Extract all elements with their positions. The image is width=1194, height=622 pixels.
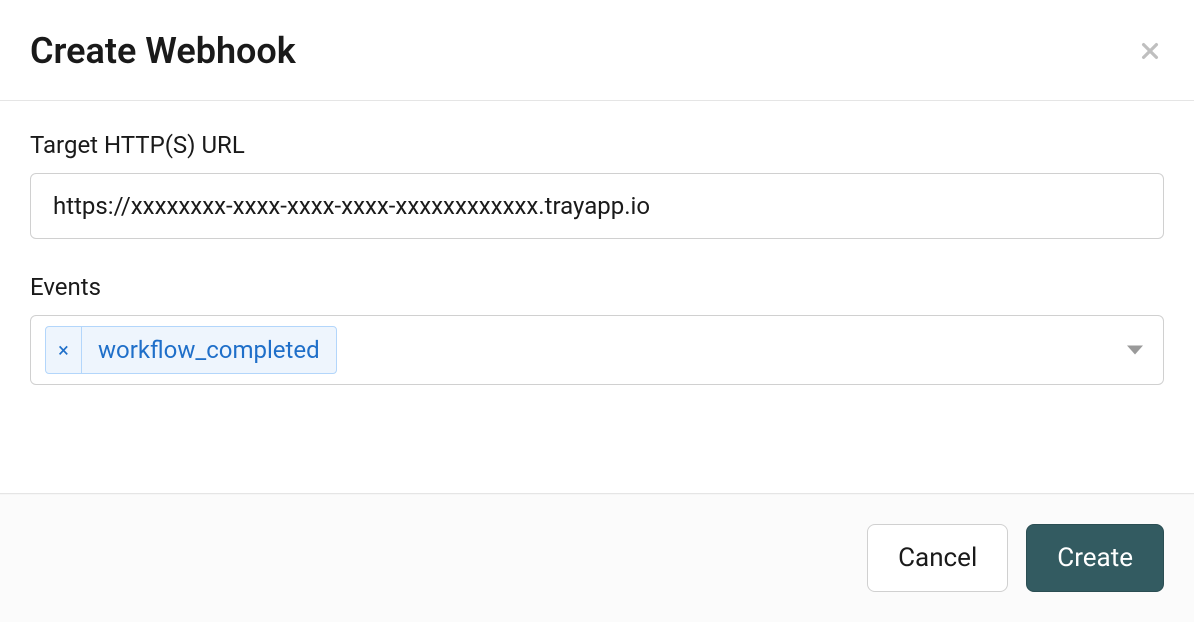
close-icon[interactable] — [1136, 37, 1164, 65]
cancel-button[interactable]: Cancel — [867, 524, 1008, 592]
target-url-input[interactable] — [30, 173, 1164, 239]
modal-header: Create Webhook — [0, 0, 1194, 101]
create-webhook-modal: Create Webhook Target HTTP(S) URL Events… — [0, 0, 1194, 622]
event-tag: × workflow_completed — [45, 326, 337, 374]
modal-body: Target HTTP(S) URL Events × workflow_com… — [0, 101, 1194, 493]
event-tag-label: workflow_completed — [82, 336, 336, 364]
events-field-group: Events × workflow_completed — [30, 273, 1164, 385]
tag-remove-icon[interactable]: × — [46, 327, 82, 373]
chevron-down-icon[interactable] — [1127, 346, 1143, 355]
modal-footer: Cancel Create — [0, 493, 1194, 622]
modal-title: Create Webhook — [30, 30, 296, 72]
create-button[interactable]: Create — [1026, 524, 1164, 592]
url-label: Target HTTP(S) URL — [30, 131, 1164, 159]
events-label: Events — [30, 273, 1164, 301]
events-multiselect[interactable]: × workflow_completed — [30, 315, 1164, 385]
url-field-group: Target HTTP(S) URL — [30, 131, 1164, 239]
